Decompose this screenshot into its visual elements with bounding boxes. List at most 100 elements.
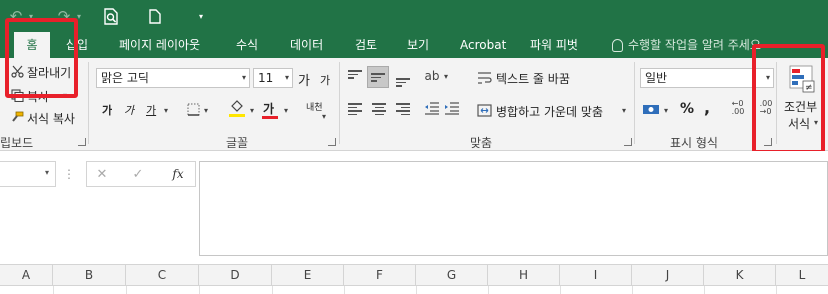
new-document-icon[interactable]: [146, 4, 164, 28]
grid-line: [272, 286, 273, 294]
shrink-font-button[interactable]: 가: [320, 72, 330, 88]
comma-style-button[interactable]: ,: [704, 98, 710, 117]
accounting-format-icon[interactable]: [642, 102, 660, 116]
wrap-text-icon: [476, 70, 492, 86]
tab-acrobat[interactable]: Acrobat: [460, 32, 506, 58]
column-header-b[interactable]: B: [53, 265, 126, 286]
font-color-dropdown-icon[interactable]: ▾: [282, 104, 290, 116]
cell-grid[interactable]: [0, 286, 828, 294]
grid-line: [632, 286, 633, 294]
grid-line: [344, 286, 345, 294]
grid-line: [126, 286, 127, 294]
align-bottom-icon[interactable]: [396, 78, 410, 89]
font-group-label: 글꼴: [226, 136, 249, 150]
clipboard-group-label: 립보드: [0, 136, 34, 150]
customize-qat-icon[interactable]: ▾: [196, 4, 206, 28]
borders-icon[interactable]: [186, 102, 200, 116]
grid-line: [560, 286, 561, 294]
alignment-group-label: 맞춤: [470, 136, 493, 150]
formula-input[interactable]: [199, 161, 828, 256]
align-middle-icon[interactable]: [371, 73, 385, 84]
orientation-dropdown-icon[interactable]: ▾: [442, 70, 450, 82]
percent-style-button[interactable]: %: [680, 101, 694, 117]
ribbon-tab-bar: 홈 삽입 페이지 레이아웃 수식 데이터 검토 보기 Acrobat 파워 피벗…: [0, 32, 828, 58]
lightbulb-icon: [612, 38, 623, 52]
insert-function-button[interactable]: fx: [169, 165, 187, 183]
highlight-conditional-formatting: [752, 44, 825, 154]
decrease-indent-icon[interactable]: [424, 100, 440, 116]
align-right-icon[interactable]: [396, 103, 410, 117]
column-header-c[interactable]: C: [126, 265, 199, 286]
column-header-e[interactable]: E: [272, 265, 344, 286]
ribbon: 잘라내기 복사 ▾ 서식 복사 립보드 맑은 고딕 ▾ 11 ▾ 가 가 가 가…: [0, 58, 828, 151]
highlight-home-clipboard: [5, 18, 78, 98]
title-bar: ↶ ▾ ↷ ▾ ▾: [0, 0, 828, 32]
orientation-icon[interactable]: ab: [424, 68, 440, 84]
increase-decimal-icon[interactable]: ←0.00: [728, 100, 748, 116]
grid-line: [199, 286, 200, 294]
clipboard-dialog-launcher[interactable]: [78, 138, 86, 146]
borders-dropdown-icon[interactable]: ▾: [202, 104, 210, 116]
font-name-value: 맑은 고딕: [101, 71, 149, 85]
fill-color-icon[interactable]: [228, 98, 246, 118]
chevron-down-icon: ▾: [44, 168, 49, 177]
group-divider: [634, 62, 635, 144]
font-name-combo[interactable]: 맑은 고딕 ▾: [96, 68, 250, 88]
tab-formulas[interactable]: 수식: [236, 32, 258, 58]
italic-button[interactable]: 가: [124, 102, 134, 118]
column-header-g[interactable]: G: [416, 265, 488, 286]
column-header-d[interactable]: D: [199, 265, 272, 286]
increase-indent-icon[interactable]: [444, 100, 460, 116]
align-left-icon[interactable]: [348, 103, 362, 117]
column-header-j[interactable]: J: [632, 265, 704, 286]
grid-line: [776, 286, 777, 294]
tab-page-layout[interactable]: 페이지 레이아웃: [119, 32, 200, 58]
alignment-dialog-launcher[interactable]: [624, 138, 632, 146]
grip-handle-icon[interactable]: ⋮: [63, 165, 75, 183]
tab-review[interactable]: 검토: [355, 32, 377, 58]
tab-power-pivot[interactable]: 파워 피벗: [530, 32, 578, 58]
tab-data[interactable]: 데이터: [290, 32, 323, 58]
column-header-i[interactable]: I: [560, 265, 632, 286]
font-dialog-launcher[interactable]: [328, 138, 336, 146]
enter-icon[interactable]: ✓: [131, 166, 145, 182]
format-painter-button[interactable]: 서식 복사: [27, 110, 75, 127]
fill-color-dropdown-icon[interactable]: ▾: [248, 104, 256, 116]
grid-line: [488, 286, 489, 294]
phonetic-dropdown-icon[interactable]: ▾: [320, 110, 328, 122]
column-header-h[interactable]: H: [488, 265, 560, 286]
tell-me-box[interactable]: 수행할 작업을 알려 주세요: [612, 32, 761, 58]
column-header-k[interactable]: K: [704, 265, 776, 286]
formula-buttons: ✕ ✓ fx: [86, 161, 196, 187]
tab-view[interactable]: 보기: [407, 32, 429, 58]
merge-dropdown-icon[interactable]: ▾: [620, 104, 628, 116]
font-size-value: 11: [258, 71, 274, 85]
font-color-button[interactable]: 가: [263, 100, 274, 117]
tell-me-text: 수행할 작업을 알려 주세요: [628, 38, 761, 52]
grid-line: [53, 286, 54, 294]
print-preview-icon[interactable]: [102, 4, 120, 28]
align-top-icon[interactable]: [348, 70, 362, 81]
chevron-down-icon: ▾: [284, 73, 289, 82]
accounting-dropdown-icon[interactable]: ▾: [662, 104, 670, 116]
underline-button[interactable]: 가: [146, 102, 156, 118]
column-header-a[interactable]: A: [0, 265, 53, 286]
formula-bar: ▾ ⋮ ✕ ✓ fx: [0, 151, 828, 264]
merge-center-icon: [476, 102, 492, 118]
column-header-f[interactable]: F: [344, 265, 416, 286]
column-header-l[interactable]: L: [776, 265, 828, 286]
bold-button[interactable]: 가: [102, 102, 112, 118]
merge-center-button[interactable]: 병합하고 가운데 맞춤: [496, 103, 603, 120]
number-format-value: 일반: [645, 71, 668, 85]
wrap-text-button[interactable]: 텍스트 줄 바꿈: [496, 70, 570, 87]
group-divider: [88, 62, 89, 144]
chevron-down-icon: ▾: [241, 73, 246, 82]
grow-font-button[interactable]: 가: [298, 70, 310, 89]
align-center-icon[interactable]: [372, 103, 386, 117]
underline-dropdown-icon[interactable]: ▾: [162, 104, 170, 116]
font-size-combo[interactable]: 11 ▾: [253, 68, 293, 88]
name-box[interactable]: ▾: [0, 161, 56, 187]
cancel-icon[interactable]: ✕: [95, 166, 109, 182]
group-divider: [339, 62, 340, 144]
grid-line: [416, 286, 417, 294]
